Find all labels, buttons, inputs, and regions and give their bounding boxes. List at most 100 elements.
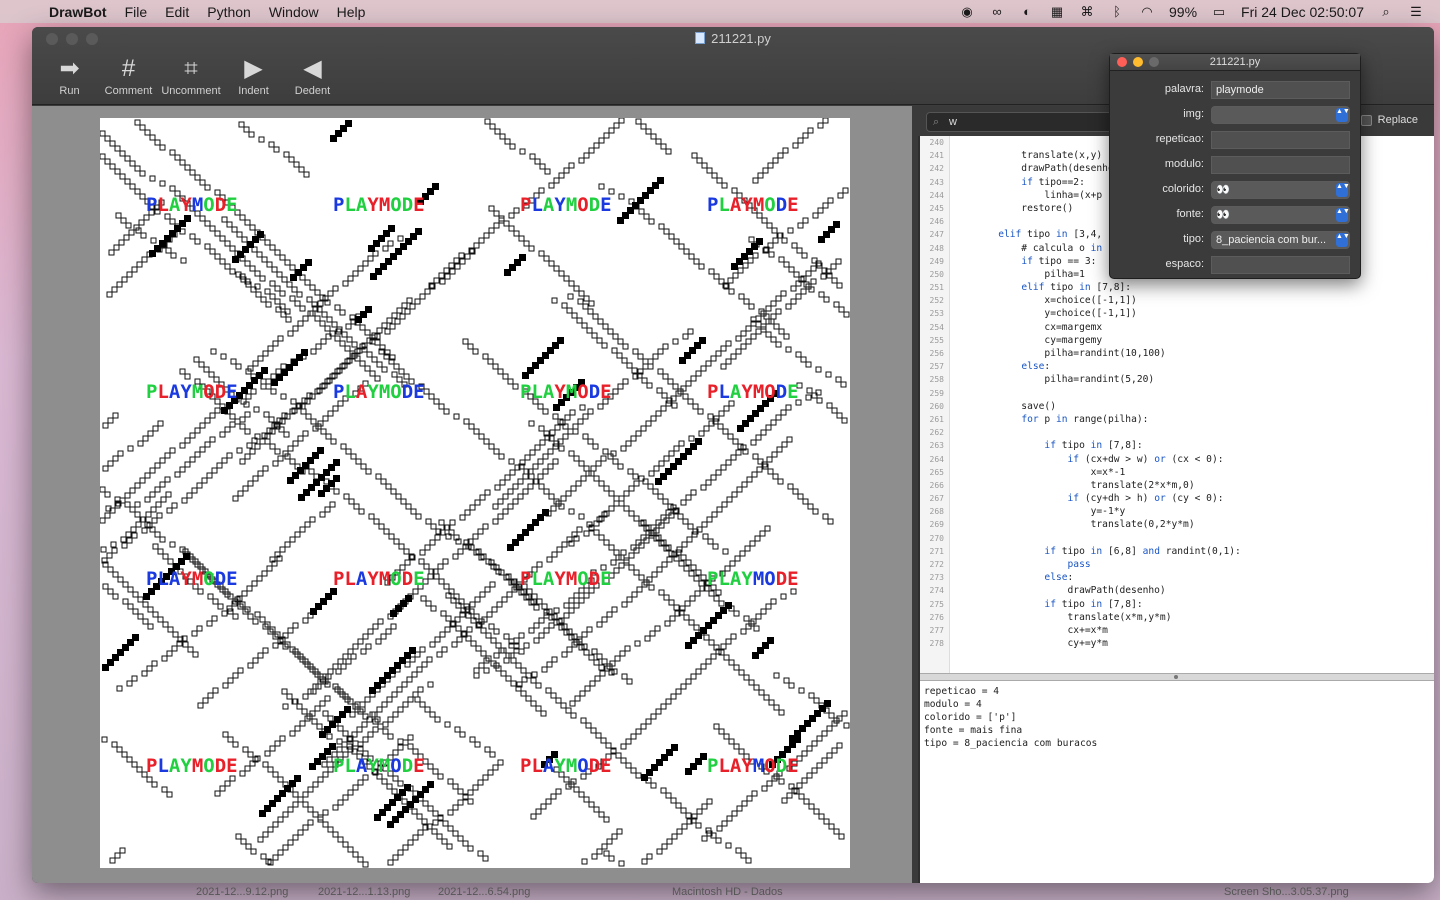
dedent-button[interactable]: ◀ Dedent: [283, 53, 342, 97]
playmode-letter: E: [226, 568, 237, 590]
panel-title: 211221.py: [1209, 56, 1261, 68]
desktop-file[interactable]: 2021-12...6.54.png: [438, 886, 530, 898]
playmode-letter: Y: [180, 381, 192, 403]
code-line: 274 drawPath(desenho): [920, 584, 1434, 597]
code-text: y=choice([-1,1]): [952, 308, 1137, 320]
output-line: repeticao = 4: [924, 686, 1000, 697]
uncomment-button[interactable]: ⌗ Uncomment: [158, 53, 224, 97]
notification-badge-icon[interactable]: ◉: [959, 4, 975, 20]
playmode-letter: A: [543, 568, 555, 590]
find-input[interactable]: ⌕ w: [926, 112, 1116, 132]
variable-row: espaco:: [1110, 255, 1362, 275]
playmode-letter: O: [577, 381, 588, 403]
menu-help[interactable]: Help: [328, 4, 375, 20]
wifi-icon[interactable]: ◠: [1139, 4, 1155, 20]
playmode-letter: A: [169, 755, 181, 777]
variable-label: colorido:: [1162, 183, 1204, 195]
playmode-letter: Y: [367, 381, 379, 403]
line-number: 264: [929, 454, 944, 464]
replace-checkbox[interactable]: [1360, 114, 1372, 126]
playmode-word: PLAYMODE: [333, 755, 425, 777]
playmode-word: PLAYMODE: [520, 194, 612, 216]
line-number: 242: [929, 164, 944, 174]
code-text: if tipo in [7,8]:: [1044, 598, 1143, 610]
panel-close-button[interactable]: [1117, 57, 1127, 67]
playmode-letter: L: [344, 194, 355, 216]
line-number: 259: [929, 388, 944, 398]
playmode-letter: M: [566, 755, 577, 777]
code-line: 268 y=-1*y: [920, 505, 1434, 518]
code-line: 275 if tipo in [7,8]:: [920, 598, 1434, 611]
line-number: 271: [929, 546, 944, 556]
playmode-letter: P: [146, 381, 157, 403]
playmode-letter: E: [413, 755, 424, 777]
variable-field[interactable]: playmode: [1211, 81, 1350, 99]
indent-button[interactable]: ▶ Indent: [224, 53, 283, 97]
variable-row: colorido: 👀 ▲▼: [1110, 180, 1362, 200]
code-line: 269 translate(0,2*y*m): [920, 518, 1434, 531]
variable-field[interactable]: [1211, 131, 1350, 149]
output-console[interactable]: repeticao = 4 modulo = 4 colorido = ['p'] f…: [920, 681, 1434, 883]
menu-window[interactable]: Window: [260, 4, 328, 20]
variable-popup[interactable]: 👀 ▲▼: [1211, 206, 1350, 224]
menu-file[interactable]: File: [116, 4, 157, 20]
canvas-pane[interactable]: PLAYMODE PLAYMODE PLAYMODE PLAYMODE PLAYMODE…: [32, 106, 912, 883]
desktop-volume[interactable]: Macintosh HD - Dados: [672, 886, 783, 898]
desktop-file[interactable]: 2021-12...1.13.png: [318, 886, 410, 898]
code-text: if tipo in [7,8]:: [1044, 440, 1143, 452]
menu-edit[interactable]: Edit: [156, 4, 198, 20]
replace-toggle[interactable]: Replace: [1360, 114, 1418, 126]
line-number: 249: [929, 256, 944, 266]
playmode-letter: O: [764, 568, 775, 590]
comment-button[interactable]: # Comment: [99, 53, 158, 97]
clock[interactable]: Fri 24 Dec 02:50:07: [1241, 4, 1364, 20]
playmode-letter: L: [531, 755, 542, 777]
variable-popup[interactable]: 8_paciencia com bur... ▲▼: [1211, 231, 1350, 249]
playmode-letter: P: [707, 194, 718, 216]
battery-icon[interactable]: ▭: [1211, 4, 1227, 20]
bluetooth-icon[interactable]: ᛒ: [1109, 4, 1125, 20]
menu-python[interactable]: Python: [198, 4, 260, 20]
playmode-letter: M: [753, 568, 764, 590]
variable-popup[interactable]: ▲▼: [1211, 106, 1350, 124]
panel-zoom-button[interactable]: [1149, 57, 1159, 67]
code-line: 267 if (cy+dh > h) or (cy < 0):: [920, 492, 1434, 505]
line-number: 278: [929, 639, 944, 649]
playmode-letter: M: [566, 568, 577, 590]
uncomment-label: Uncomment: [161, 85, 221, 97]
line-number: 258: [929, 375, 944, 385]
menu-app[interactable]: DrawBot: [40, 4, 116, 20]
playmode-letter: E: [787, 755, 798, 777]
dark-mode-icon[interactable]: ◐: [1019, 4, 1035, 20]
variable-label: img:: [1183, 108, 1204, 120]
playmode-letter: A: [356, 381, 368, 403]
playmode-letter: M: [192, 755, 203, 777]
generated-artwork: PLAYMODE PLAYMODE PLAYMODE PLAYMODEPLAYMODE…: [100, 118, 850, 868]
creative-cloud-icon[interactable]: ∞: [989, 4, 1005, 20]
desktop-file[interactable]: Screen Sho...3.05.37.png: [1224, 886, 1349, 898]
output-line: colorido = ['p']: [924, 712, 1017, 723]
spotlight-search-icon[interactable]: ⌕: [1378, 4, 1394, 20]
line-number: 277: [929, 625, 944, 635]
code-line: 262: [920, 426, 1434, 439]
playmode-letter: A: [169, 194, 181, 216]
playmode-letter: O: [203, 194, 214, 216]
drawing-canvas[interactable]: PLAYMODE PLAYMODE PLAYMODE PLAYMODE PLAYMODE…: [100, 118, 850, 868]
code-line: 251 elif tipo in [7,8]:: [920, 281, 1434, 294]
editor-output-splitter[interactable]: [920, 673, 1434, 681]
playmode-letter: D: [776, 194, 787, 216]
control-center-icon[interactable]: ☰: [1408, 4, 1424, 20]
panel-minimize-button[interactable]: [1133, 57, 1143, 67]
run-button[interactable]: ➡ Run: [40, 53, 99, 97]
variable-field[interactable]: [1211, 156, 1350, 174]
calendar-icon[interactable]: ▦: [1049, 4, 1065, 20]
code-text: drawPath(desenho): [952, 585, 1166, 597]
desktop-file[interactable]: 2021-12...9.12.png: [196, 886, 288, 898]
keyboard-icon[interactable]: ⌘: [1079, 4, 1095, 20]
playmode-letter: P: [146, 755, 157, 777]
indent-icon: ▶: [244, 55, 263, 82]
variable-popup[interactable]: 👀 ▲▼: [1211, 181, 1350, 199]
variable-field[interactable]: [1211, 256, 1350, 274]
